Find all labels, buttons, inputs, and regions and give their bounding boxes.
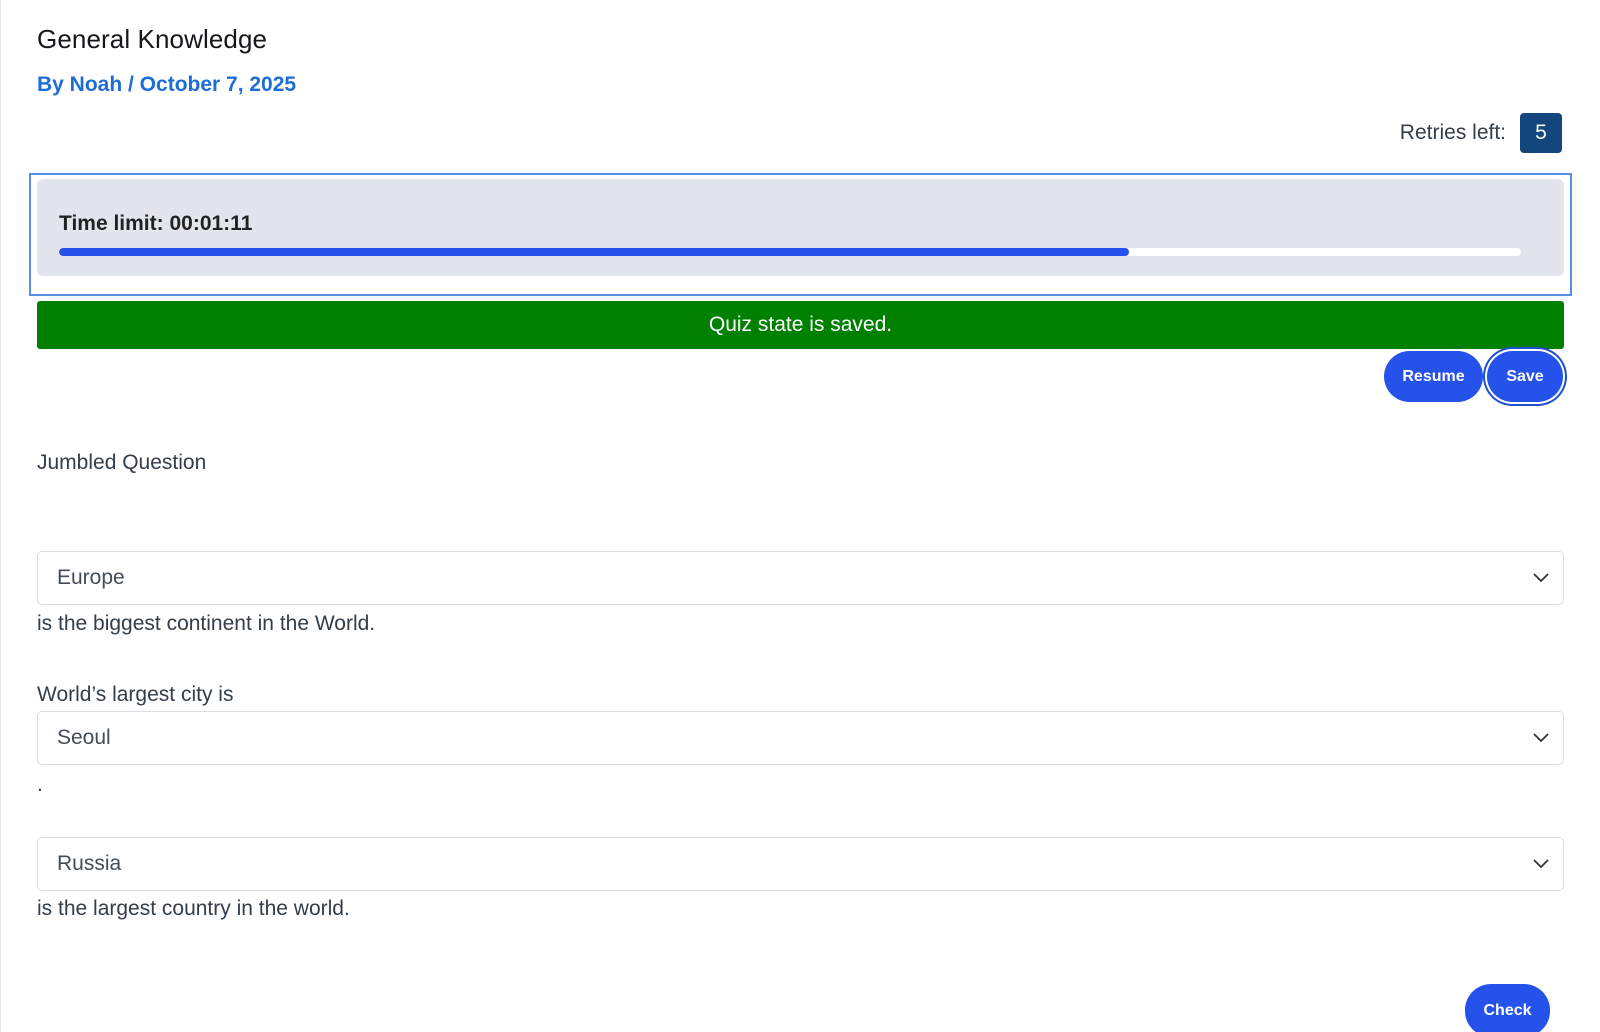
statement-2-suffix: .	[37, 773, 43, 796]
retries-label: Retries left:	[1399, 121, 1506, 144]
statement-3-suffix: is the largest country in the world.	[37, 897, 350, 920]
answer-select-2-value: Seoul	[57, 726, 111, 749]
save-button[interactable]: Save	[1487, 351, 1563, 402]
chevron-down-icon	[1533, 859, 1549, 869]
chevron-down-icon	[1533, 733, 1549, 743]
quiz-title: General Knowledge	[37, 24, 268, 54]
question-title: Jumbled Question	[37, 451, 207, 474]
quiz-saved-banner: Quiz state is saved.	[37, 301, 1564, 349]
time-limit-label: Time limit: 00:01:11	[59, 212, 253, 235]
statement-1-suffix: is the biggest continent in the World.	[37, 612, 376, 635]
check-button[interactable]: Check	[1465, 984, 1550, 1032]
chevron-down-icon	[1533, 573, 1549, 583]
retries-indicator: Retries left: 5	[1400, 113, 1562, 153]
timer-section: Time limit: 00:01:11	[29, 173, 1572, 296]
retries-count-badge: 5	[1520, 113, 1562, 153]
answer-select-3[interactable]: Russia	[37, 837, 1564, 891]
answer-select-1[interactable]: Europe	[37, 551, 1564, 605]
timer-panel: Time limit: 00:01:11	[37, 179, 1564, 276]
answer-select-2[interactable]: Seoul	[37, 711, 1564, 765]
page-left-border	[0, 0, 1, 1032]
answer-select-1-value: Europe	[57, 566, 125, 589]
time-progress-bar	[59, 248, 1521, 256]
answer-select-3-value: Russia	[57, 852, 122, 875]
statement-2-prefix: World’s largest city is	[37, 683, 234, 706]
resume-button[interactable]: Resume	[1384, 351, 1483, 402]
quiz-byline: By Noah / October 7, 2025	[37, 73, 297, 96]
time-progress-fill	[59, 248, 1130, 256]
